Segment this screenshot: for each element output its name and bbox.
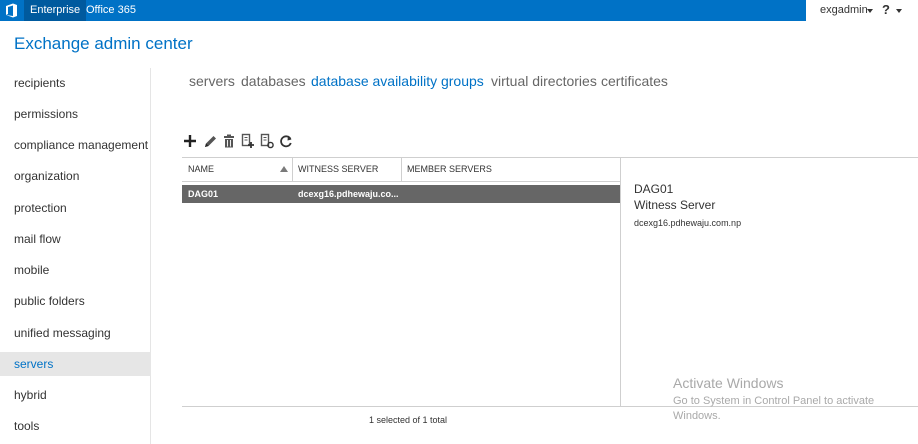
office365-link[interactable]: Office 365	[86, 0, 136, 21]
nav-item-public-folders[interactable]: public folders	[0, 289, 151, 313]
nav-item-unified-messaging[interactable]: unified messaging	[0, 321, 151, 345]
tab-database-availability-groups[interactable]: database availability groups	[311, 73, 484, 89]
nav-item-organization[interactable]: organization	[0, 164, 151, 188]
office-logo-icon[interactable]	[5, 3, 18, 18]
user-menu[interactable]: exgadmin	[820, 0, 868, 21]
column-header-witness-server[interactable]: WITNESS SERVER	[292, 158, 378, 181]
chevron-down-icon[interactable]	[896, 9, 902, 13]
details-witness-server: dcexg16.pdhewaju.com.np	[634, 218, 742, 228]
details-title: DAG01	[634, 182, 674, 196]
nav-item-tools[interactable]: tools	[0, 414, 151, 438]
dag-list: NAME WITNESS SERVER MEMBER SERVERS DAG01…	[182, 157, 621, 406]
add-icon[interactable]	[183, 133, 197, 149]
details-section-label: Witness Server	[634, 198, 716, 212]
help-icon[interactable]: ?	[882, 2, 890, 17]
nav-item-mobile[interactable]: mobile	[0, 258, 151, 282]
details-pane: DAG01 Witness Server dcexg16.pdhewaju.co…	[620, 157, 918, 406]
nav-item-permissions[interactable]: permissions	[0, 102, 151, 126]
delete-icon[interactable]	[222, 133, 236, 149]
column-header-member-servers[interactable]: MEMBER SERVERS	[401, 158, 492, 181]
edit-icon[interactable]	[203, 133, 217, 149]
column-header-name[interactable]: NAME	[182, 158, 214, 181]
nav-item-mail-flow[interactable]: mail flow	[0, 227, 151, 251]
refresh-icon[interactable]	[279, 133, 293, 149]
nav-item-recipients[interactable]: recipients	[0, 71, 151, 95]
nav-item-compliance-management[interactable]: compliance management	[0, 133, 151, 157]
activate-windows-message: Go to System in Control Panel to activat…	[673, 395, 875, 422]
manage-network-icon[interactable]	[260, 133, 274, 149]
activate-windows-title: Activate Windows	[673, 375, 784, 391]
user-area: exgadmin ?	[806, 0, 918, 21]
left-nav: recipients permissions compliance manage…	[0, 68, 151, 444]
table-row[interactable]: DAG01 dcexg16.pdhewaju.co...	[182, 185, 621, 203]
app-title: Exchange admin center	[14, 34, 193, 53]
nav-item-hybrid[interactable]: hybrid	[0, 383, 151, 407]
tab-databases[interactable]: databases	[241, 73, 306, 89]
chevron-down-icon[interactable]	[867, 9, 873, 13]
tab-virtual-directories[interactable]: virtual directories	[491, 73, 597, 89]
tab-servers[interactable]: servers	[189, 73, 235, 89]
manage-membership-icon[interactable]	[241, 133, 255, 149]
nav-item-protection[interactable]: protection	[0, 196, 151, 220]
sort-ascending-icon[interactable]	[280, 166, 288, 172]
top-bar: Enterprise Office 365 exgadmin ?	[0, 0, 918, 21]
enterprise-link[interactable]: Enterprise	[24, 0, 87, 21]
nav-item-servers[interactable]: servers	[0, 352, 151, 376]
cell-name: DAG01	[188, 189, 219, 199]
tab-certificates[interactable]: certificates	[601, 73, 668, 89]
selection-status: 1 selected of 1 total	[369, 415, 448, 425]
header-divider	[182, 181, 621, 182]
cell-witness-server: dcexg16.pdhewaju.co...	[298, 189, 399, 199]
